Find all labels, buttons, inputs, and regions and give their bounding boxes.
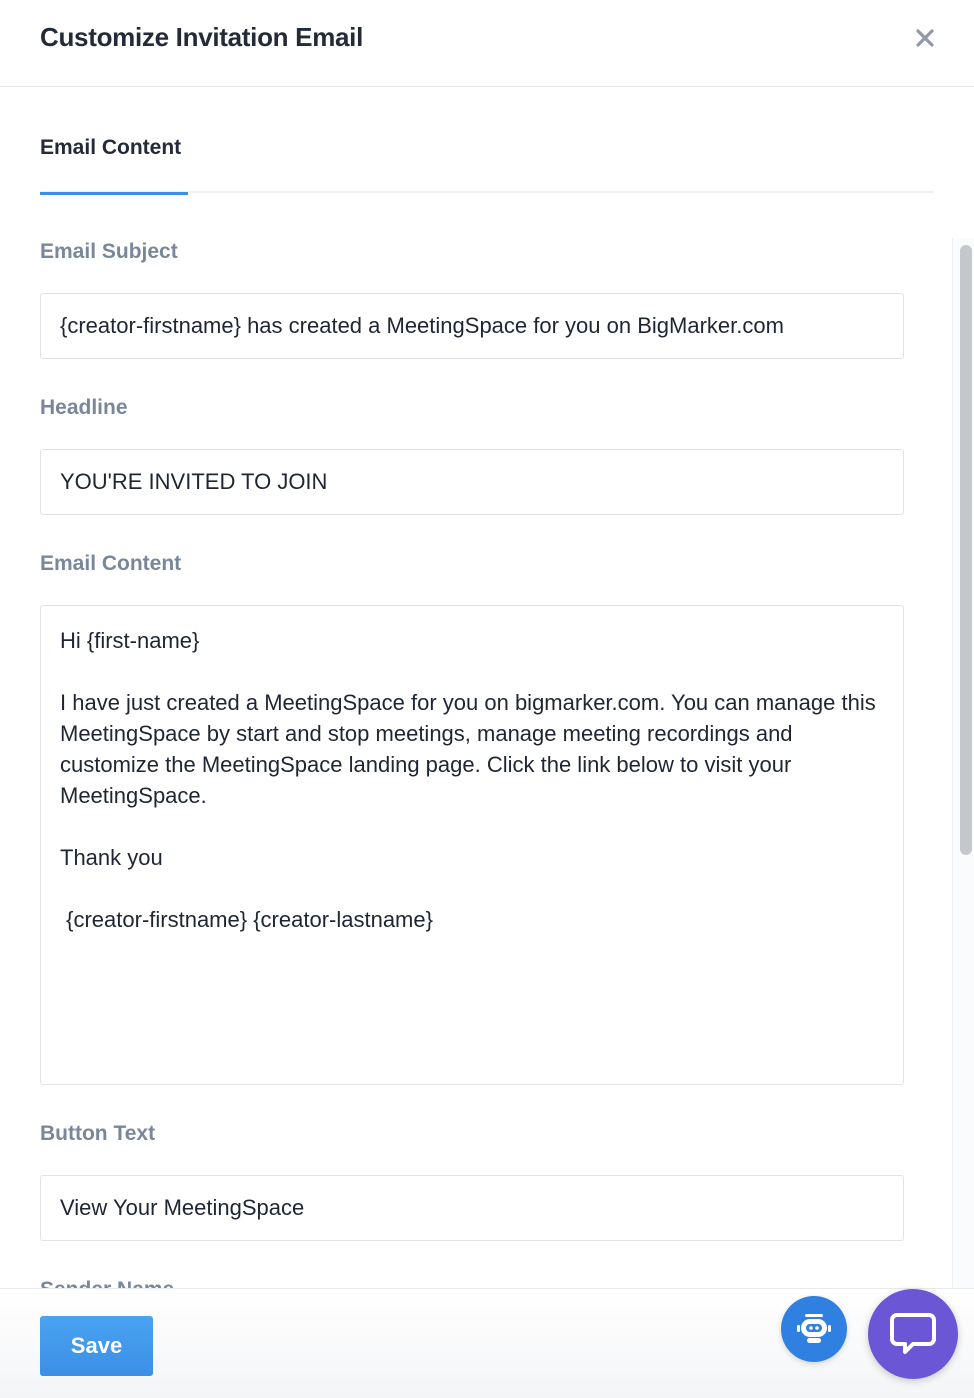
chat-bubble-icon: [890, 1313, 936, 1354]
live-chat-button[interactable]: [868, 1289, 958, 1379]
customize-invitation-modal: Customize Invitation Email Email Content…: [0, 0, 974, 1398]
modal-footer: Save: [0, 1288, 974, 1398]
close-button[interactable]: [909, 22, 941, 54]
assistant-bot-button[interactable]: [781, 1296, 847, 1362]
email-content-label: Email Content: [40, 552, 182, 575]
tab-bar: Email Content: [40, 118, 934, 195]
email-subject-input[interactable]: [40, 293, 904, 359]
headline-input[interactable]: [40, 449, 904, 515]
email-subject-label: Email Subject: [40, 240, 178, 263]
headline-label: Headline: [40, 396, 128, 419]
robot-icon: [797, 1314, 831, 1343]
modal-title: Customize Invitation Email: [40, 22, 364, 52]
sender-name-label: Sender Name: [40, 1278, 174, 1288]
form-scroll-area: Email Subject Headline Email Content Hi …: [0, 195, 974, 1288]
close-icon: [916, 29, 934, 47]
email-content-textarea[interactable]: Hi {first-name} I have just created a Me…: [40, 605, 904, 1085]
button-text-label: Button Text: [40, 1122, 156, 1145]
save-button[interactable]: Save: [40, 1316, 153, 1376]
scrollbar-thumb[interactable]: [960, 245, 972, 855]
tab-email-content[interactable]: Email Content: [40, 118, 188, 195]
button-text-input[interactable]: [40, 1175, 904, 1241]
modal-header: Customize Invitation Email: [0, 0, 974, 87]
